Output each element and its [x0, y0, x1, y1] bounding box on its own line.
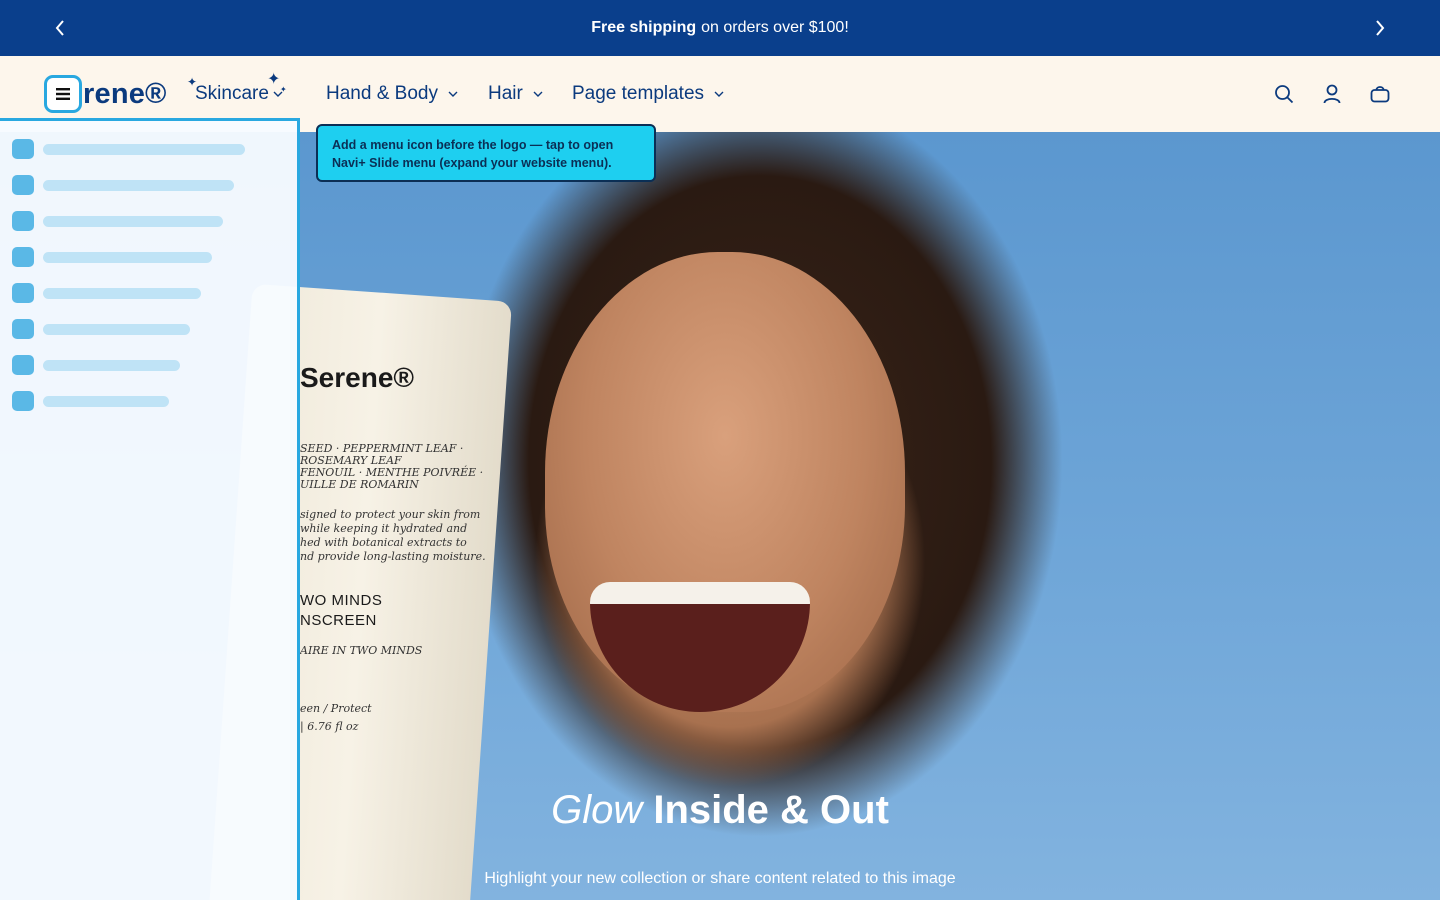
menu-item-placeholder — [43, 287, 201, 299]
slide-menu-item[interactable] — [12, 139, 245, 159]
menu-item-icon — [12, 319, 34, 339]
account-button[interactable] — [1320, 82, 1344, 106]
slide-menu-item[interactable] — [12, 283, 201, 303]
slide-menu-item[interactable] — [12, 247, 212, 267]
search-icon — [1275, 85, 1294, 104]
chevron-left-icon — [55, 20, 64, 36]
nav-hair[interactable]: Hair — [488, 80, 543, 108]
chevron-down-icon — [448, 91, 458, 97]
product-description-line: nd provide long-lasting moisture. — [300, 550, 486, 563]
nav-label: Hair — [488, 83, 523, 104]
menu-item-icon — [12, 247, 34, 267]
slide-menu-button[interactable] — [44, 75, 82, 113]
menu-item-placeholder — [43, 179, 234, 191]
menu-item-icon — [12, 139, 34, 159]
slide-menu-item[interactable] — [12, 175, 234, 195]
product-footer-line: een / Protect — [300, 702, 372, 715]
chevron-down-icon — [273, 91, 283, 97]
chevron-down-icon — [714, 91, 724, 97]
product-footer-line: | 6.76 fl oz — [300, 720, 359, 733]
chevron-right-icon — [1376, 20, 1385, 36]
product-name-line: WO MINDS — [300, 592, 383, 609]
hero-title-rest: Inside & Out — [653, 788, 889, 832]
slide-menu-item[interactable] — [12, 355, 180, 375]
tooltip-line: Add a menu icon before the logo — tap to… — [332, 138, 614, 152]
product-description-line: signed to protect your skin from — [300, 508, 481, 521]
menu-item-placeholder — [43, 359, 180, 371]
hamburger-icon — [56, 88, 70, 100]
menu-item-icon — [12, 283, 34, 303]
menu-item-icon — [12, 175, 34, 195]
slide-menu-item[interactable] — [12, 211, 223, 231]
announcement-bold: Free shipping — [591, 19, 697, 36]
nav-hand-body[interactable]: Hand & Body — [326, 80, 458, 108]
product-description-line: while keeping it hydrated and — [300, 522, 468, 535]
product-brand: Serene® — [300, 362, 415, 393]
search-button[interactable] — [1272, 82, 1296, 106]
menu-item-placeholder — [43, 323, 190, 335]
chevron-down-icon — [533, 91, 543, 97]
logo-text: rene® — [83, 77, 167, 110]
cart-icon — [1370, 86, 1390, 103]
account-icon — [1323, 84, 1341, 104]
announcement-bar: Free shipping on orders over $100! — [0, 0, 1440, 56]
slide-menu-panel[interactable] — [0, 118, 300, 900]
announcement-text: on orders over $100! — [701, 19, 849, 36]
slide-menu-item[interactable] — [12, 319, 190, 339]
hero-title-italic: Glow — [551, 788, 643, 832]
prev-announcement-button[interactable] — [48, 16, 72, 40]
nav-label: Hand & Body — [326, 83, 438, 104]
menu-item-icon — [12, 355, 34, 375]
next-announcement-button[interactable] — [1368, 16, 1392, 40]
menu-item-placeholder — [43, 143, 245, 155]
menu-item-placeholder — [43, 215, 223, 227]
nav-skincare[interactable]: Skincare — [195, 80, 283, 108]
nav-label: Skincare — [195, 83, 269, 104]
product-ingredient-line: UILLE DE ROMARIN — [300, 478, 419, 491]
menu-tooltip: Add a menu icon before the logo — tap to… — [316, 124, 656, 182]
menu-item-icon — [12, 391, 34, 411]
menu-item-icon — [12, 211, 34, 231]
nav-page-templates[interactable]: Page templates — [572, 80, 724, 108]
menu-item-placeholder — [43, 395, 169, 407]
logo[interactable]: rene® — [44, 74, 167, 114]
product-name-line: NSCREEN — [300, 612, 377, 629]
slide-menu-item[interactable] — [12, 391, 169, 411]
menu-item-placeholder — [43, 251, 212, 263]
product-name-line: AIRE IN TWO MINDS — [300, 644, 423, 657]
product-description-line: hed with botanical extracts to — [300, 536, 467, 549]
cart-button[interactable] — [1368, 82, 1392, 106]
nav-label: Page templates — [572, 83, 705, 104]
tooltip-line: Navi+ Slide menu (expand your website me… — [332, 156, 612, 170]
